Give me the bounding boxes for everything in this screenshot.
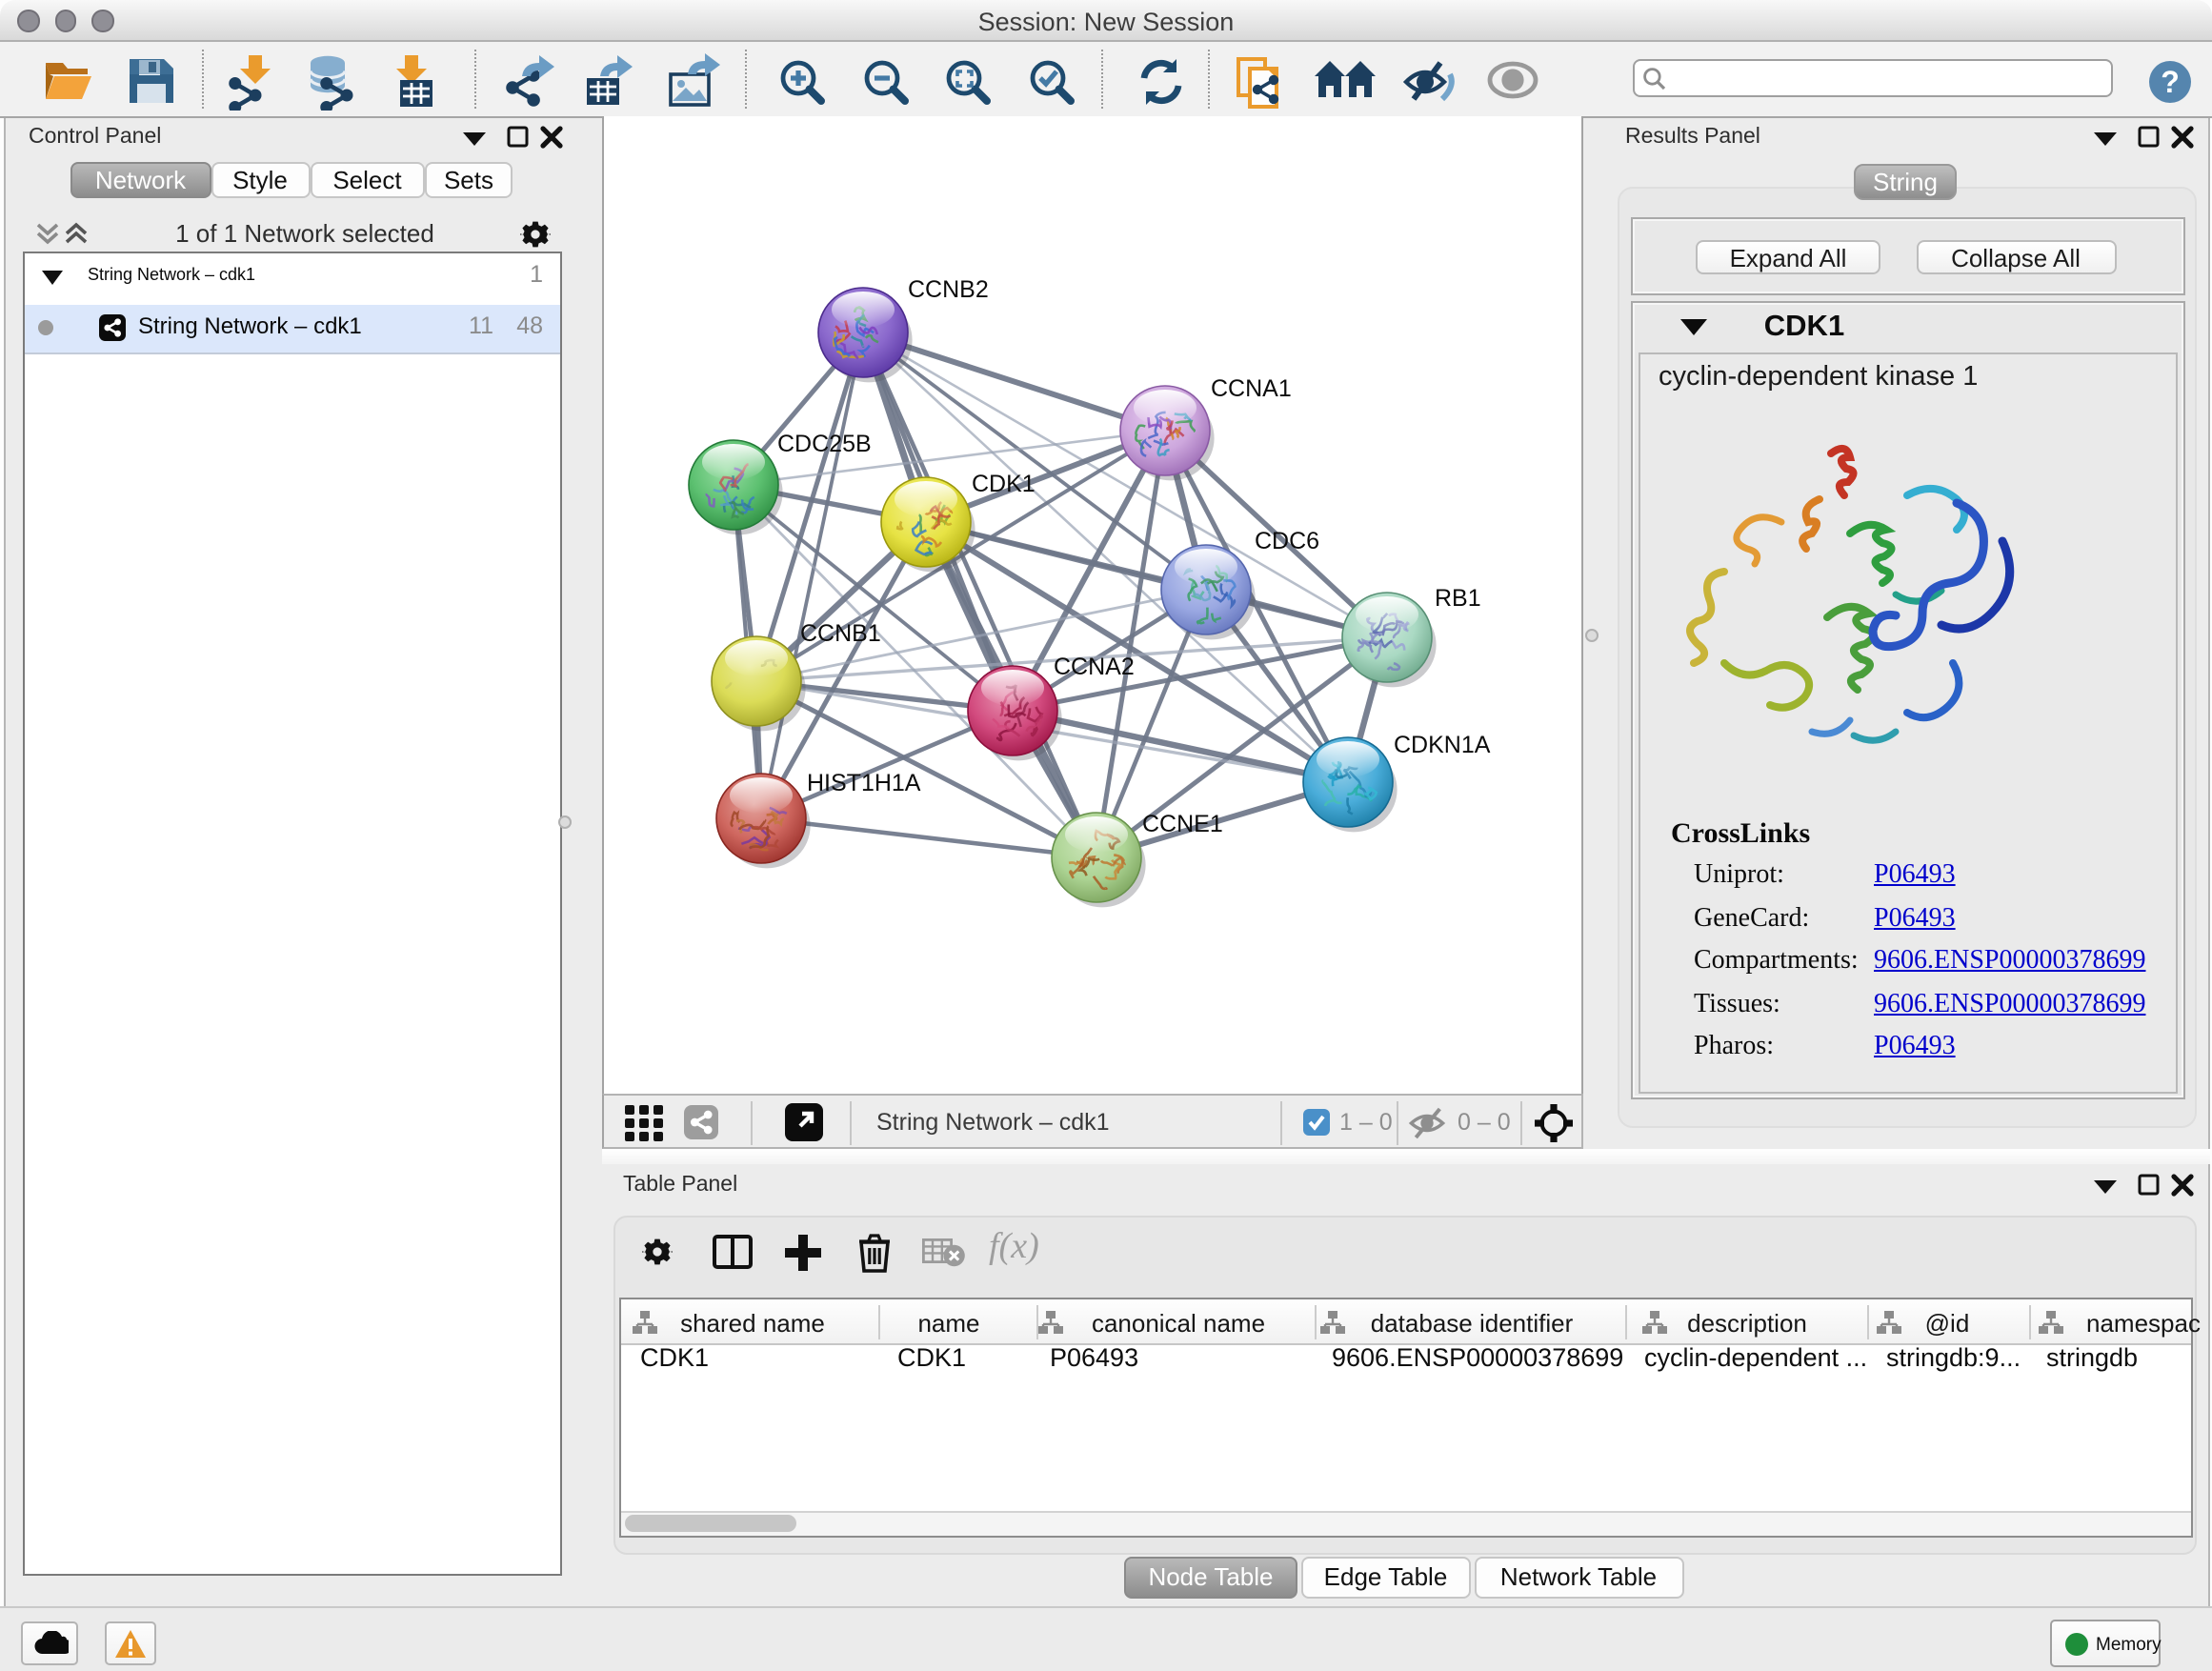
svg-text:CCNA1: CCNA1 bbox=[1210, 374, 1291, 401]
svg-text:HIST1H1A: HIST1H1A bbox=[806, 769, 920, 795]
svg-text:CDC25B: CDC25B bbox=[776, 430, 871, 456]
svg-text:CCNB2: CCNB2 bbox=[907, 275, 988, 302]
svg-text:CDK1: CDK1 bbox=[971, 470, 1035, 496]
svg-text:CDC6: CDC6 bbox=[1254, 527, 1318, 554]
svg-text:CCNB1: CCNB1 bbox=[799, 619, 880, 646]
svg-text:CCNE1: CCNE1 bbox=[1141, 810, 1222, 836]
svg-text:CCNA2: CCNA2 bbox=[1053, 653, 1134, 679]
svg-text:CDKN1A: CDKN1A bbox=[1393, 731, 1490, 757]
svg-text:?: ? bbox=[2161, 64, 2180, 98]
svg-text:RB1: RB1 bbox=[1434, 584, 1480, 611]
